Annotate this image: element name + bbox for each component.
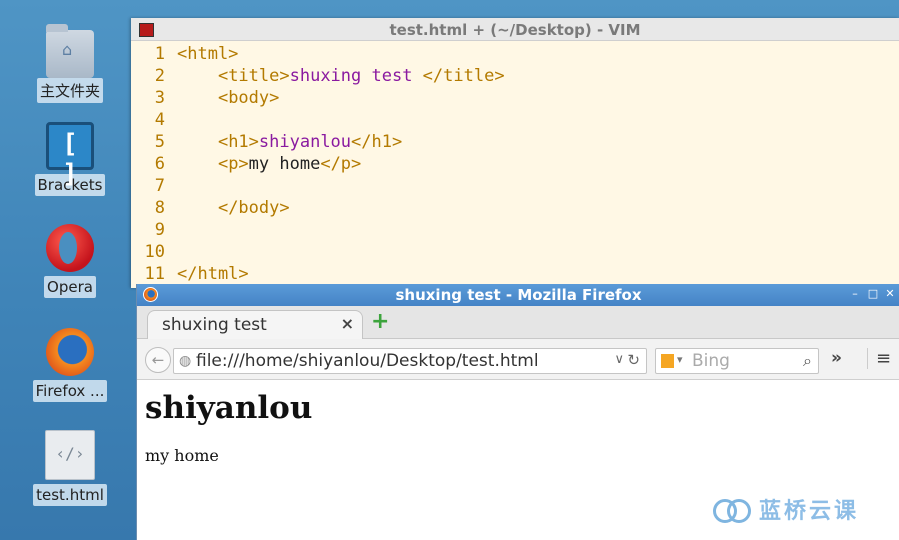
line-number: 9 (154, 220, 165, 240)
line-number: 1 (154, 44, 165, 64)
tab-close-icon[interactable]: × (341, 314, 354, 333)
editor-line: 5 <h1>shiyanlou</h1> (131, 131, 899, 153)
vim-titlebar[interactable]: test.html + (~/Desktop) - VIM (131, 18, 899, 41)
firefox-titlebar[interactable]: shuxing test - Mozilla Firefox – □ ✕ (137, 284, 899, 306)
search-engine-dropdown-icon[interactable]: ▾ (677, 353, 683, 366)
editor-line: 8 </body> (131, 197, 899, 219)
editor-line: 3 <body> (131, 87, 899, 109)
new-tab-button[interactable]: + (371, 311, 389, 333)
desktop-icon-label: 主文件夹 (36, 78, 103, 103)
code-token: </p> (320, 154, 362, 174)
code-token: </title> (422, 66, 505, 86)
line-number: 5 (154, 132, 165, 152)
code-token: <h1> (217, 132, 259, 152)
line-number: 10 (144, 242, 165, 262)
close-icon[interactable]: ✕ (883, 287, 897, 301)
page-heading: shiyanlou (145, 390, 313, 426)
opera-icon (46, 224, 94, 272)
home-folder-icon: ⌂ (46, 24, 94, 78)
tab-label: shuxing test (162, 315, 267, 335)
desktop-icon-brackets[interactable]: [ ] Brackets (30, 122, 110, 200)
editor-line: 2 <title>shuxing test </title> (131, 65, 899, 87)
line-number: 7 (154, 176, 165, 196)
back-arrow-icon[interactable]: ← (145, 347, 171, 373)
code-token: <title> (217, 66, 290, 86)
line-number: 2 (154, 66, 165, 86)
search-icon[interactable]: ⌕ (803, 351, 812, 371)
overflow-chevron-icon[interactable]: » (831, 348, 842, 368)
code-token: <p> (217, 154, 249, 174)
code-token: my home (248, 154, 321, 174)
watermark: 蓝桥云课 (713, 494, 859, 524)
editor-line: 11 </html> (131, 263, 899, 285)
desktop-icon-label: test.html (33, 484, 107, 506)
code-token: </body> (217, 198, 290, 218)
code-token: <body> (217, 88, 280, 108)
firefox-icon (46, 328, 94, 376)
url-bar[interactable]: ◍ file:///home/shiyanlou/Desktop/test.ht… (173, 348, 647, 374)
page-content: shiyanlou my home (137, 380, 899, 475)
vim-editor[interactable]: 1 <html> 2 <title>shuxing test </title> 3… (131, 41, 899, 285)
watermark-text: 蓝桥云课 (759, 499, 860, 524)
code-token: </h1> (351, 132, 403, 152)
code-token: </html> (177, 264, 249, 284)
url-text: file:///home/shiyanlou/Desktop/test.html (196, 351, 539, 371)
hamburger-menu-icon[interactable]: ≡ (867, 348, 891, 369)
desktop-icon-opera[interactable]: Opera (30, 224, 110, 302)
editor-line: 10 (131, 241, 899, 263)
navigation-toolbar: ← ◍ file:///home/shiyanlou/Desktop/test.… (137, 339, 899, 380)
code-token: <html> (177, 44, 239, 64)
tab-shuxing-test[interactable]: shuxing test × (147, 310, 363, 339)
chevron-down-icon[interactable]: ∨ (614, 352, 624, 367)
search-box[interactable]: ▾ Bing ⌕ (655, 348, 819, 374)
editor-line: 4 (131, 109, 899, 131)
editor-line: 1 <html> (131, 43, 899, 65)
tab-bar: shuxing test × + (137, 306, 899, 339)
reload-icon[interactable]: ↻ (627, 351, 640, 369)
editor-line: 6 <p>my home</p> (131, 153, 899, 175)
editor-line: 7 (131, 175, 899, 197)
desktop-icon-label: Firefox ... (32, 380, 108, 402)
html-file-icon: ‹/› (45, 430, 95, 480)
line-number: 3 (154, 88, 165, 108)
desktop-icon-label: Opera (44, 276, 96, 298)
line-number: 6 (154, 154, 165, 174)
firefox-window-title: shuxing test - Mozilla Firefox (395, 286, 642, 304)
code-token: shuxing test (289, 66, 423, 86)
vim-window-title: test.html + (~/Desktop) - VIM (389, 21, 641, 39)
lanqiao-logo-icon (713, 495, 753, 523)
bing-icon[interactable] (661, 354, 674, 368)
maximize-icon[interactable]: □ (866, 287, 880, 301)
line-number: 8 (154, 198, 165, 218)
editor-line: 9 (131, 219, 899, 241)
globe-icon: ◍ (179, 353, 192, 369)
desktop-icon-firefox[interactable]: Firefox ... (30, 328, 110, 406)
page-paragraph: my home (145, 446, 219, 465)
desktop-icon-home-folder[interactable]: ⌂ 主文件夹 (30, 24, 110, 107)
line-number: 11 (144, 264, 165, 284)
search-placeholder: Bing (692, 351, 730, 371)
brackets-icon: [ ] (46, 122, 94, 189)
line-number: 4 (154, 110, 165, 130)
desktop-icon-test-html[interactable]: ‹/› test.html (30, 430, 110, 510)
minimize-icon[interactable]: – (848, 287, 862, 301)
code-token: shiyanlou (258, 132, 352, 152)
vim-window[interactable]: test.html + (~/Desktop) - VIM 1 <html> 2 … (131, 18, 899, 288)
